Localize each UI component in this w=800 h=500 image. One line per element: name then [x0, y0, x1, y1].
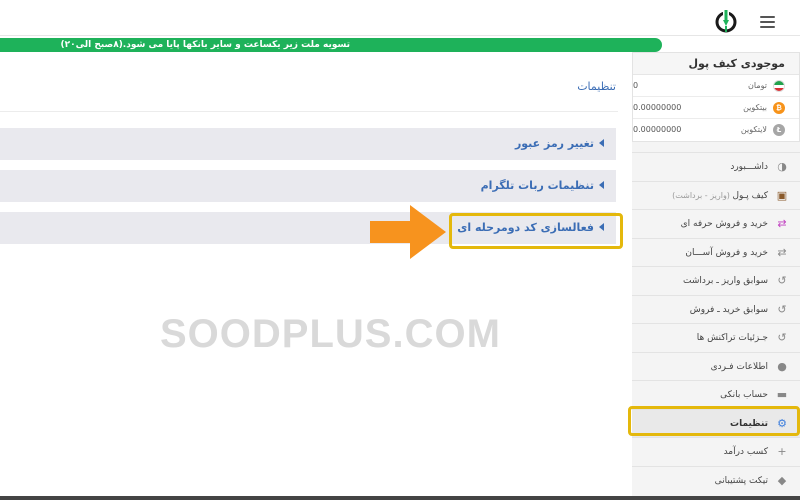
caret-left-icon [599, 139, 604, 147]
sidebar-item-profile[interactable]: ● اطلاعات فـردی [632, 351, 800, 380]
coin-plug-logo-icon[interactable] [712, 8, 740, 34]
exchange-pro-icon: ⇄ [777, 217, 787, 230]
sidebar-item-label: حساب بانکی [720, 390, 768, 400]
caret-left-icon [599, 181, 604, 189]
history-icon: ↺ [777, 274, 787, 287]
bank-folder-icon: ▬ [776, 388, 788, 401]
user-icon: ● [777, 359, 787, 373]
sidebar-item-main: کیف پـول [732, 190, 768, 201]
history-icon: ↺ [777, 331, 787, 344]
accordion-two-factor[interactable]: فعالسازی کد دومرحله ای [0, 212, 616, 244]
sidebar-item-label: خرید و فروش حرفه ای [680, 219, 768, 229]
sidebar-nav: ◑ داشـــبورد ▣ کیف پـول (واریز - برداشت)… [632, 152, 800, 494]
currency-balance: 0.00000000 [633, 103, 682, 112]
iran-flag-icon [773, 80, 785, 92]
wallet-icon: ▣ [776, 188, 788, 202]
top-header [0, 0, 800, 36]
add-user-icon: + [777, 445, 787, 458]
sidebar-item-easy-trade[interactable]: ⇄ خرید و فروش آســـان [632, 237, 800, 266]
sidebar-item-label: تنظیمات [730, 418, 768, 429]
sidebar-item-dashboard[interactable]: ◑ داشـــبورد [632, 152, 800, 181]
sidebar-item-label: داشـــبورد [730, 162, 768, 172]
wallet-row-toman: تومان 0 [633, 75, 799, 97]
currency-balance: 0 [633, 81, 639, 90]
sidebar-item-trade-history[interactable]: ↺ سوابق خرید ـ فروش [632, 294, 800, 323]
accordion-label: تنظیمات ربات تلگرام [480, 179, 594, 192]
wallet-balance-panel: موجودی کیف پول تومان 0 ₿ بیتکوین 0.00000… [632, 52, 800, 142]
orange-arrow-icon [370, 205, 446, 259]
wallet-title: موجودی کیف پول [633, 53, 799, 75]
currency-name: لایتکوین [740, 125, 767, 134]
sidebar-item-label: جـزئیات تراکنش ها [696, 333, 768, 343]
tag-icon: ◆ [777, 473, 787, 487]
gear-icon: ⚙ [777, 416, 787, 430]
accordion-telegram-bot[interactable]: تنظیمات ربات تلگرام [0, 170, 616, 202]
sidebar-item-label: تیکت پشتیبانی [714, 475, 768, 486]
dashboard-icon: ◑ [777, 160, 787, 173]
sidebar: موجودی کیف پول تومان 0 ₿ بیتکوین 0.00000… [632, 52, 800, 500]
exchange-easy-icon: ⇄ [777, 245, 787, 259]
sidebar-item-label: سوابق خرید ـ فروش [689, 304, 768, 315]
sidebar-item-transactions[interactable]: ↺ جـزئیات تراکنش ها [632, 323, 800, 352]
sidebar-item-label: کیف پـول (واریز - برداشت) [672, 182, 768, 210]
watermark: SOODPLUS.COM [160, 312, 501, 356]
caret-left-icon [599, 223, 604, 231]
sidebar-item-pro-trade[interactable]: ⇄ خرید و فروش حرفه ای [632, 209, 800, 238]
sidebar-item-label: کسب درآمد [723, 447, 768, 457]
sidebar-item-label: اطلاعات فـردی [710, 361, 768, 372]
hamburger-menu-icon[interactable] [760, 16, 775, 28]
history-icon: ↺ [777, 302, 787, 316]
accordion-label: فعالسازی کد دومرحله ای [457, 221, 594, 234]
sidebar-item-label: سوابق واریز ـ برداشت [683, 276, 768, 286]
sidebar-item-earn[interactable]: + کسب درآمد [632, 437, 800, 466]
accordion-label: تغییر رمز عبور [514, 137, 594, 150]
page-title: تنظیمات [0, 72, 618, 112]
wallet-row-bitcoin: ₿ بیتکوین 0.00000000 [633, 97, 799, 119]
currency-name: بیتکوین [743, 103, 767, 112]
wallet-row-litecoin: Ł لایتکوین 0.00000000 [633, 119, 799, 141]
sidebar-item-deposit-history[interactable]: ↺ سوابق واریز ـ برداشت [632, 266, 800, 295]
currency-name: تومان [748, 81, 767, 90]
sidebar-item-bank-account[interactable]: ▬ حساب بانکی [632, 380, 800, 409]
litecoin-icon: Ł [773, 124, 785, 136]
notice-banner: تسویه ملت زیر یکساعت و سایر بانکها پایا … [0, 38, 662, 52]
currency-balance: 0.00000000 [633, 125, 682, 134]
sidebar-item-label: خرید و فروش آســـان [685, 247, 768, 258]
accordion-change-password[interactable]: تغییر رمز عبور [0, 128, 616, 160]
sidebar-item-sub: (واریز - برداشت) [672, 190, 733, 200]
sidebar-item-settings[interactable]: ⚙ تنظیمات [632, 408, 800, 437]
sidebar-item-support[interactable]: ◆ تیکت پشتیبانی [632, 465, 800, 494]
bottom-bar [0, 496, 800, 500]
sidebar-item-wallet[interactable]: ▣ کیف پـول (واریز - برداشت) [632, 180, 800, 210]
bitcoin-icon: ₿ [773, 102, 785, 114]
